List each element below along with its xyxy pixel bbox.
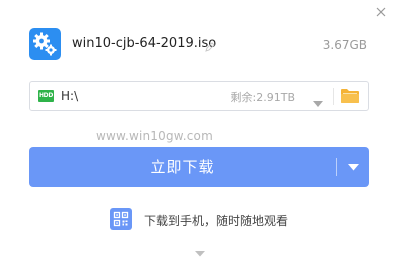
download-button-label: 立即下载: [150, 158, 215, 176]
download-dialog: win10-cjb-64-2019.iso 3.67GB HDD 剩余:2.91…: [0, 0, 399, 261]
free-space-label: 剩余:2.91TB: [230, 91, 295, 104]
expand-arrow-icon[interactable]: [195, 242, 205, 257]
file-info-row: win10-cjb-64-2019.iso 3.67GB: [29, 28, 369, 62]
file-name: win10-cjb-64-2019.iso: [72, 36, 217, 51]
send-to-phone-label: 下载到手机，随时随地观看: [144, 214, 289, 228]
chevron-down-icon[interactable]: [313, 93, 323, 107]
save-path-input[interactable]: [61, 87, 211, 105]
divider: [333, 88, 334, 105]
save-path-field[interactable]: HDD 剩余:2.91TB: [29, 81, 369, 111]
file-size: 3.67GB: [322, 38, 367, 52]
download-options-dropdown[interactable]: [337, 147, 369, 187]
qr-code-icon: [110, 208, 132, 230]
hdd-icon: HDD: [38, 90, 54, 102]
watermark-text: www.win10gw.com: [96, 129, 213, 143]
close-icon[interactable]: [374, 5, 388, 19]
download-button[interactable]: 立即下载: [29, 147, 369, 187]
folder-icon[interactable]: [340, 87, 360, 105]
chevron-down-icon: [348, 164, 359, 171]
gear-settings-icon: [29, 28, 61, 60]
edit-icon[interactable]: [204, 38, 216, 52]
